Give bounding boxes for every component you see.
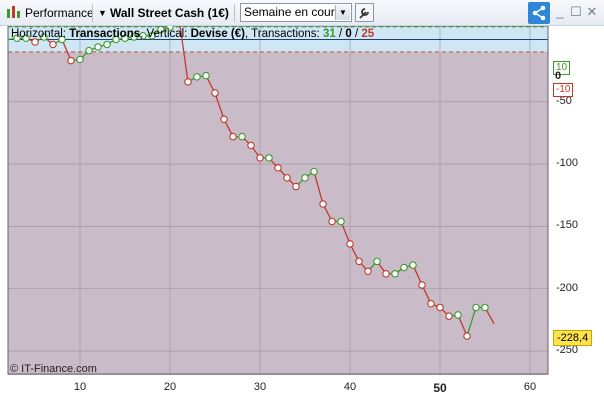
y-tick-label: -150 xyxy=(556,219,579,232)
trade-point xyxy=(301,174,309,182)
trade-point xyxy=(346,240,354,248)
trade-point xyxy=(364,267,372,276)
period-select[interactable]: Semaine en cours ▼ xyxy=(240,3,352,22)
trade-point xyxy=(292,182,300,191)
x-tick-label: 40 xyxy=(343,381,357,393)
trade-point xyxy=(256,154,264,162)
x-tick-label: 60 xyxy=(523,381,537,393)
toolbar: Performance ▼ Wall Street Cash (1€) Sema… xyxy=(0,0,604,26)
trade-point xyxy=(211,89,219,97)
winning-trades-count: 31 xyxy=(322,28,336,40)
toolbar-separator xyxy=(234,4,235,22)
trade-point xyxy=(76,55,84,64)
trade-point xyxy=(463,332,471,340)
trade-point xyxy=(220,115,228,123)
minimize-icon[interactable]: _ xyxy=(553,3,567,21)
trade-point xyxy=(247,141,255,150)
toolbar-separator xyxy=(92,4,93,22)
x-tick-label: 20 xyxy=(163,381,177,393)
trade-point xyxy=(391,270,399,278)
instrument-dropdown-icon[interactable]: ▼ xyxy=(98,4,107,22)
trade-point xyxy=(193,73,201,81)
trade-point xyxy=(184,78,192,86)
trade-point xyxy=(274,164,282,172)
performance-chart-icon[interactable] xyxy=(6,4,22,22)
chevron-down-icon[interactable]: ▼ xyxy=(335,5,350,20)
trade-point xyxy=(427,299,435,308)
performance-label[interactable]: Performance xyxy=(25,4,94,22)
trade-point xyxy=(85,46,93,55)
negative-zone-background xyxy=(8,26,548,375)
trade-point xyxy=(265,154,273,162)
trade-point xyxy=(337,217,345,226)
settings-button[interactable] xyxy=(355,3,374,22)
trade-point xyxy=(409,261,417,269)
chart-header: Horizontal: Transactions, Vertical: Devi… xyxy=(11,28,375,40)
share-icon xyxy=(532,5,546,21)
lower-band-badge: -10 xyxy=(553,83,574,97)
wrench-icon xyxy=(359,8,369,19)
close-icon[interactable]: ✕ xyxy=(585,3,599,21)
trade-point xyxy=(238,132,246,141)
losing-trades-count: 25 xyxy=(361,28,375,40)
zero-line-label: 0 xyxy=(555,70,562,82)
maximize-icon[interactable]: ☐ xyxy=(569,3,583,21)
trade-point xyxy=(283,174,291,182)
x-tick-label: 10 xyxy=(73,381,87,393)
trade-point xyxy=(328,217,336,226)
x-tick-label: 50 xyxy=(433,381,447,395)
trade-point xyxy=(103,40,111,49)
trade-point xyxy=(382,270,390,278)
last-value-badge: -228,4 xyxy=(553,330,593,346)
trade-point xyxy=(202,71,210,80)
y-tick-label: -100 xyxy=(556,157,579,170)
trade-point xyxy=(49,40,57,49)
trade-point xyxy=(94,43,102,51)
trade-point xyxy=(67,56,75,65)
trade-point xyxy=(436,303,444,312)
period-value: Semaine en cours xyxy=(244,5,341,19)
instrument-selector[interactable]: Wall Street Cash (1€) xyxy=(110,4,229,22)
performance-chart xyxy=(7,26,549,375)
trade-point xyxy=(373,257,381,266)
trade-point xyxy=(445,312,453,320)
trade-point xyxy=(472,303,480,312)
trade-point xyxy=(400,263,408,272)
watermark: © IT-Finance.com xyxy=(10,363,97,375)
trade-point xyxy=(319,200,327,208)
trade-point xyxy=(355,257,363,266)
x-tick-label: 30 xyxy=(253,381,267,393)
trade-point xyxy=(310,167,318,176)
trade-point xyxy=(418,281,426,289)
trade-point xyxy=(454,311,462,319)
trade-point xyxy=(481,303,489,312)
y-tick-label: -200 xyxy=(556,281,579,294)
share-button[interactable] xyxy=(528,2,550,24)
trade-point xyxy=(229,132,237,141)
